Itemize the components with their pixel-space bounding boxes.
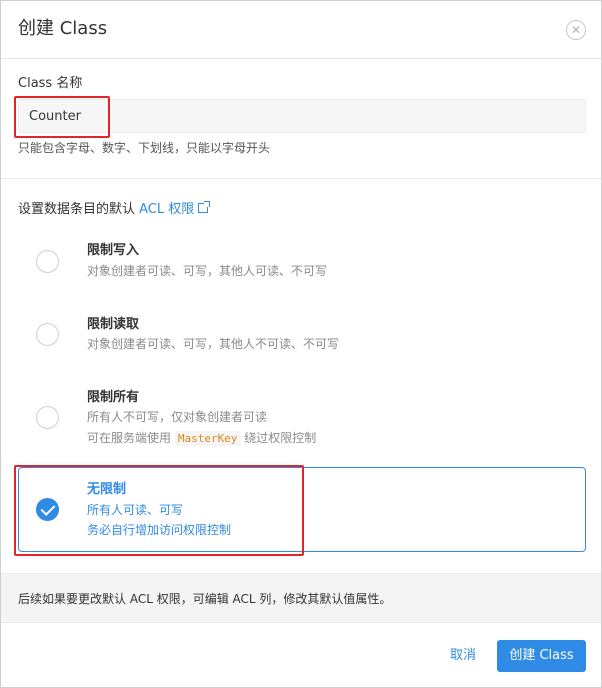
class-name-hint: 只能包含字母、数字、下划线，只能以字母开头 (18, 141, 271, 155)
create-class-button[interactable]: 创建 Class (497, 640, 586, 672)
section-divider (1, 178, 601, 179)
create-class-dialog: 创建 Class ✕ Class 名称 只能包含字母、数字、下划线，只能以字母开… (0, 0, 602, 688)
acl-heading: 设置数据条目的默认 ACL 权限 (18, 201, 211, 219)
acl-notice-text: 后续如果要更改默认 ACL 权限，可编辑 ACL 列，修改其默认值属性。 (18, 592, 392, 606)
radio-restrict-all[interactable] (36, 406, 59, 429)
cancel-button[interactable]: 取消 (441, 644, 485, 668)
class-name-label: Class 名称 (18, 76, 83, 91)
acl-heading-text: 设置数据条目的默认 (18, 202, 140, 217)
acl-option-restrict-all[interactable]: 限制所有 所有人不可写，仅对象创建者可读 可在服务端使用 MasterKey 绕… (18, 379, 586, 461)
masterkey-prefix: 可在服务端使用 (87, 431, 175, 445)
acl-doc-link[interactable]: ACL 权限 (139, 202, 194, 217)
masterkey-code: MasterKey (174, 431, 241, 446)
dialog-header: 创建 Class ✕ (1, 1, 601, 59)
external-link-icon[interactable] (198, 201, 211, 213)
radio-unrestricted-checked[interactable] (36, 498, 59, 521)
radio-restrict-read[interactable] (36, 323, 59, 346)
option-description-line2: 可在服务端使用 MasterKey 绕过权限控制 (87, 429, 316, 448)
radio-restrict-write[interactable] (36, 250, 59, 273)
option-title: 限制写入 (87, 243, 140, 258)
close-button[interactable]: ✕ (566, 20, 586, 40)
option-description: 对象创建者可读、可写，其他人可读、不可写 (87, 264, 328, 278)
option-description: 所有人可读、可写 (87, 503, 184, 517)
dialog-title: 创建 Class (18, 18, 108, 39)
acl-option-unrestricted[interactable]: 无限制 所有人可读、可写 务必自行增加访问权限控制 (18, 467, 586, 552)
option-title: 限制所有 (87, 390, 140, 405)
option-title: 限制读取 (87, 317, 140, 332)
option-description: 所有人不可写，仅对象创建者可读 (87, 410, 268, 424)
acl-notice-bar: 后续如果要更改默认 ACL 权限，可编辑 ACL 列，修改其默认值属性。 (1, 573, 601, 623)
option-description-line2: 务必自行增加访问权限控制 (87, 523, 232, 537)
acl-option-restrict-read[interactable]: 限制读取 对象创建者可读、可写，其他人不可读、不可写 (18, 305, 586, 371)
option-title: 无限制 (87, 482, 127, 497)
option-description: 对象创建者可读、可写，其他人不可读、不可写 (87, 337, 340, 351)
masterkey-suffix: 绕过权限控制 (240, 431, 317, 445)
acl-option-restrict-write[interactable]: 限制写入 对象创建者可读、可写，其他人可读、不可写 (18, 231, 586, 297)
close-icon: ✕ (570, 23, 582, 37)
class-name-input[interactable] (18, 99, 586, 133)
